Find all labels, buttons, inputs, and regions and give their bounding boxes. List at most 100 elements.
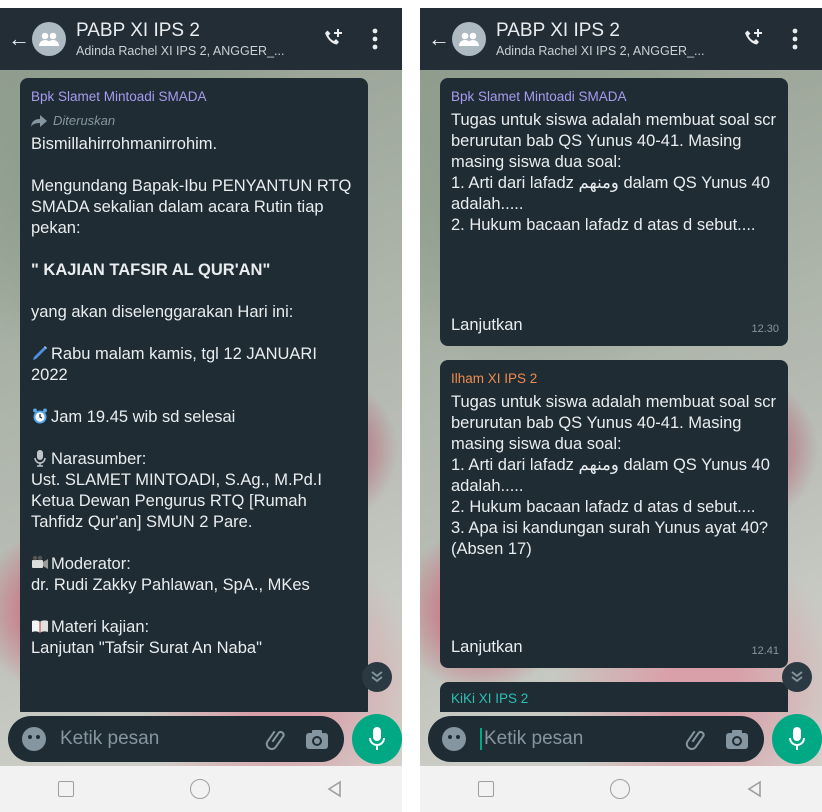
chat-title-block[interactable]: PABP XI IPS 2 Adinda Rachel XI IPS 2, AN… bbox=[76, 20, 318, 58]
forwarded-label: Diteruskan bbox=[31, 110, 357, 131]
message-line: yang akan diselenggarakan Hari ini: bbox=[31, 303, 294, 321]
left-phone-screen: ← PABP XI IPS 2 Adinda Rachel XI IPS 2, … bbox=[0, 8, 402, 812]
message-text: Tugas untuk siswa adalah membuat soal sc… bbox=[451, 111, 776, 234]
recents-button[interactable] bbox=[58, 781, 74, 797]
microphone-icon bbox=[34, 450, 46, 467]
emoji-icon[interactable] bbox=[22, 727, 46, 751]
message-line: Materi kajian: bbox=[51, 618, 150, 636]
group-icon bbox=[459, 32, 479, 46]
back-button[interactable] bbox=[326, 780, 344, 798]
back-button[interactable] bbox=[746, 780, 764, 798]
message-input-box[interactable]: Ketik pesan bbox=[428, 716, 764, 762]
message-input-box[interactable]: Ketik pesan bbox=[8, 716, 344, 762]
message-time: 12.30 bbox=[751, 323, 779, 335]
compose-bar: Ketik pesan bbox=[0, 714, 402, 764]
chat-title-block[interactable]: PABP XI IPS 2 Adinda Rachel XI IPS 2, AN… bbox=[496, 20, 738, 58]
open-book-icon bbox=[32, 620, 48, 633]
system-nav-bar bbox=[0, 766, 402, 812]
chat-area[interactable]: Bpk Slamet Mintoadi SMADA Tugas untuk si… bbox=[420, 70, 822, 712]
message-line: Jam 19.45 wib sd selesai bbox=[51, 408, 236, 426]
message-line: ​ bbox=[31, 239, 357, 260]
attach-paperclip-icon[interactable] bbox=[264, 726, 290, 752]
voice-message-button[interactable] bbox=[352, 714, 402, 764]
pen-icon bbox=[33, 346, 47, 360]
scroll-down-button[interactable] bbox=[362, 662, 392, 692]
double-chevron-down-icon bbox=[371, 671, 383, 683]
message-line: Lanjutan "Tafsir Surat An Naba" bbox=[31, 639, 262, 657]
forward-arrow-icon bbox=[31, 114, 47, 127]
group-avatar[interactable] bbox=[452, 22, 486, 56]
message-line: ​ bbox=[31, 428, 357, 449]
mic-icon bbox=[369, 727, 385, 750]
message-text: Tugas untuk siswa adalah membuat soal sc… bbox=[451, 393, 776, 558]
message-sender: Ilham XI IPS 2 bbox=[451, 371, 538, 386]
group-name: PABP XI IPS 2 bbox=[496, 20, 620, 41]
text-cursor bbox=[480, 727, 482, 750]
back-arrow-icon[interactable]: ← bbox=[428, 28, 450, 50]
message-line: Bismillahirrohmanirrohim. bbox=[31, 135, 218, 153]
home-button[interactable] bbox=[190, 779, 210, 799]
recents-button[interactable] bbox=[478, 781, 494, 797]
group-name: PABP XI IPS 2 bbox=[76, 20, 200, 41]
chat-header: ← PABP XI IPS 2 Adinda Rachel XI IPS 2, … bbox=[420, 8, 822, 70]
group-icon bbox=[39, 32, 59, 46]
forwarded-text: Diteruskan bbox=[53, 113, 116, 128]
read-more-link[interactable]: Lanjutkan bbox=[451, 637, 523, 658]
speaker-line: Narasumber: bbox=[31, 449, 357, 470]
message-line: Ust. SLAMET MINTOADI, S.Ag., M.Pd.I bbox=[31, 471, 322, 489]
more-options-icon[interactable] bbox=[360, 24, 390, 54]
message-sender: Bpk Slamet Mintoadi SMADA bbox=[451, 89, 627, 104]
moderator-line: Moderator: bbox=[31, 554, 357, 575]
message-line: Narasumber: bbox=[51, 450, 147, 468]
materi-line: Materi kajian: bbox=[31, 617, 357, 638]
chat-header: ← PABP XI IPS 2 Adinda Rachel XI IPS 2, … bbox=[0, 8, 402, 70]
input-placeholder: Ketik pesan bbox=[484, 728, 584, 749]
emoji-icon[interactable] bbox=[442, 727, 466, 751]
message-bubble[interactable]: Ilham XI IPS 2 Tugas untuk siswa adalah … bbox=[440, 360, 788, 668]
camera-icon[interactable] bbox=[304, 726, 330, 752]
message-bubble[interactable]: Bpk Slamet Mintoadi SMADA Tugas untuk si… bbox=[440, 78, 788, 346]
message-line: ​ bbox=[31, 323, 357, 344]
message-line: Moderator: bbox=[51, 555, 131, 573]
chat-area[interactable]: Bpk Slamet Mintoadi SMADA Diteruskan Bis… bbox=[0, 70, 402, 712]
attach-paperclip-icon[interactable] bbox=[684, 726, 710, 752]
back-arrow-icon[interactable]: ← bbox=[8, 28, 30, 50]
message-bubble[interactable]: KiKi XI IPS 2 bbox=[440, 682, 788, 712]
message-sender: Bpk Slamet Mintoadi SMADA bbox=[31, 89, 207, 104]
camera-icon[interactable] bbox=[724, 726, 750, 752]
message-sender: KiKi XI IPS 2 bbox=[451, 691, 529, 706]
message-line: Ketua Dewan Pengurus RTQ [Rumah Tahfidz … bbox=[31, 492, 312, 531]
group-members: Adinda Rachel XI IPS 2, ANGGER_... bbox=[76, 44, 285, 58]
message-line: dr. Rudi Zakky Pahlawan, SpA., MKes bbox=[31, 576, 310, 594]
alarm-clock-icon bbox=[33, 408, 47, 424]
mic-icon bbox=[789, 727, 805, 750]
message-line: Rabu malam kamis, tgl 12 JANUARI 2022 bbox=[31, 345, 322, 384]
voice-message-button[interactable] bbox=[772, 714, 822, 764]
message-line: ​ bbox=[31, 596, 357, 617]
add-call-icon[interactable] bbox=[318, 24, 348, 54]
read-more-link[interactable]: Lanjutkan bbox=[451, 315, 523, 336]
group-members: Adinda Rachel XI IPS 2, ANGGER_... bbox=[496, 44, 705, 58]
message-line: ​ bbox=[31, 386, 357, 407]
message-input[interactable]: Ketik pesan bbox=[480, 727, 684, 750]
message-line: ​ bbox=[31, 533, 357, 554]
date-line: Rabu malam kamis, tgl 12 JANUARI 2022 bbox=[31, 344, 357, 386]
home-button[interactable] bbox=[610, 779, 630, 799]
message-bubble[interactable]: Bpk Slamet Mintoadi SMADA Diteruskan Bis… bbox=[20, 78, 368, 712]
compose-bar: Ketik pesan bbox=[420, 714, 822, 764]
message-time: 12.41 bbox=[751, 645, 779, 657]
time-line: Jam 19.45 wib sd selesai bbox=[31, 407, 357, 428]
group-avatar[interactable] bbox=[32, 22, 66, 56]
video-camera-icon bbox=[32, 555, 48, 569]
message-line-bold: " KAJIAN TAFSIR AL QUR'AN" bbox=[31, 261, 271, 279]
system-nav-bar bbox=[420, 766, 822, 812]
message-input[interactable]: Ketik pesan bbox=[60, 728, 264, 750]
message-line: ​ bbox=[31, 155, 357, 176]
double-chevron-down-icon bbox=[791, 671, 803, 683]
right-phone-screen: ← PABP XI IPS 2 Adinda Rachel XI IPS 2, … bbox=[420, 8, 822, 812]
add-call-icon[interactable] bbox=[738, 24, 768, 54]
more-options-icon[interactable] bbox=[780, 24, 810, 54]
message-line: ​ bbox=[31, 281, 357, 302]
scroll-down-button[interactable] bbox=[782, 662, 812, 692]
message-line: Mengundang Bapak-Ibu PENYANTUN RTQ SMADA… bbox=[31, 177, 356, 237]
